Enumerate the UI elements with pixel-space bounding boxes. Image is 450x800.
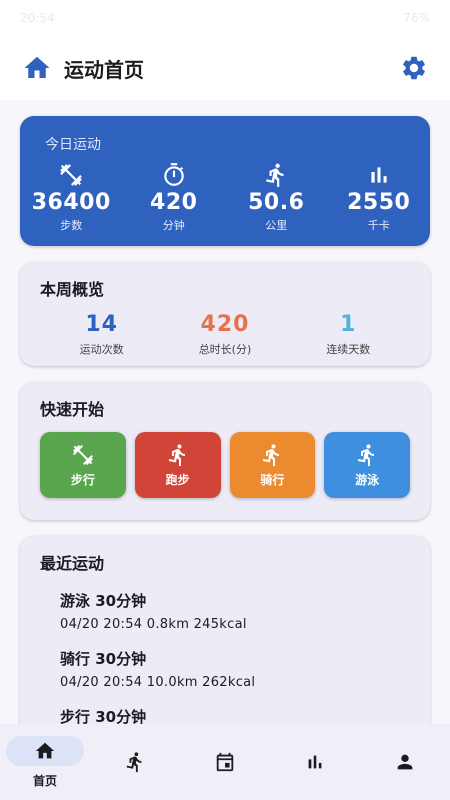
today-distance-unit: 公里 <box>265 219 288 232</box>
quick-walk-button[interactable]: 步行 <box>40 432 126 498</box>
nav-home-label: 首页 <box>32 773 57 788</box>
today-calories-unit: 千卡 <box>367 219 390 232</box>
status-icons: 76% <box>403 11 430 25</box>
today-minutes-unit: 分钟 <box>162 219 185 232</box>
bar-chart-icon <box>371 167 387 183</box>
today-stat-minutes: 420 分钟 <box>123 162 226 233</box>
quick-walk-label: 步行 <box>70 472 95 487</box>
quick-run-label: 跑步 <box>165 472 190 487</box>
nav-item-calendar[interactable] <box>180 724 270 800</box>
run-icon <box>126 752 142 773</box>
recent-title: 最近运动 <box>40 554 105 573</box>
home-icon <box>35 742 55 758</box>
week-overview-card: 本周概览 14 运动次数 420 总时长(分) 1 连续天数 <box>20 262 430 366</box>
bottom-nav: 首页 <box>0 724 450 800</box>
quick-title: 快速开始 <box>40 400 105 419</box>
week-title: 本周概览 <box>40 280 105 299</box>
week-streak-caption: 连续天数 <box>326 343 371 356</box>
main-content: 今日运动 36400 步数 420 分钟 50.6 公里 2550 千卡 本周概… <box>20 116 430 772</box>
recent-activity-card: 最近运动 游泳 30分钟 04/20 20:54 0.8km 245kcal 骑… <box>20 536 430 756</box>
page-title: 运动首页 <box>64 57 144 82</box>
app-bar: 运动首页 <box>0 36 450 100</box>
nav-item-home[interactable]: 首页 <box>0 724 90 800</box>
today-calories-value: 2550 <box>347 190 411 215</box>
calendar-icon <box>216 752 234 772</box>
home-icon[interactable] <box>22 53 52 83</box>
run-icon <box>263 443 280 466</box>
gear-icon[interactable] <box>400 54 428 82</box>
quick-cycle-label: 骑行 <box>260 472 285 487</box>
today-label: 今日运动 <box>45 137 101 153</box>
recent-item-detail: 04/20 20:54 10.0km 262kcal <box>60 675 256 690</box>
recent-item-detail: 04/20 20:54 0.8km 245kcal <box>60 617 247 632</box>
today-stat-calories: 2550 千卡 <box>328 162 431 233</box>
quick-swim-button[interactable]: 游泳 <box>324 432 410 498</box>
week-stat-streak: 1 连续天数 <box>287 312 410 357</box>
nav-item-profile[interactable] <box>360 724 450 800</box>
dumbbell-icon <box>72 444 93 465</box>
week-count-value: 14 <box>85 312 118 337</box>
run-icon <box>168 443 185 466</box>
person-icon <box>397 754 413 770</box>
run-icon <box>358 443 375 466</box>
status-bar: 20:54 76% <box>0 0 450 36</box>
week-duration-caption: 总时长(分) <box>198 343 252 356</box>
week-stats: 14 运动次数 420 总时长(分) 1 连续天数 <box>40 312 410 357</box>
quick-run-button[interactable]: 跑步 <box>134 432 221 498</box>
bar-chart-icon <box>308 755 322 769</box>
recent-item-title: 骑行 30分钟 <box>60 650 147 668</box>
week-count-caption: 运动次数 <box>79 343 124 356</box>
week-stat-count: 14 运动次数 <box>40 312 163 357</box>
today-steps-unit: 步数 <box>60 219 83 232</box>
status-time: 20:54 <box>20 11 55 25</box>
today-steps-value: 36400 <box>31 190 111 215</box>
today-card[interactable]: 今日运动 36400 步数 420 分钟 50.6 公里 2550 千卡 <box>20 116 430 246</box>
timer-icon <box>164 163 184 186</box>
quick-cycle-button[interactable]: 骑行 <box>229 432 316 498</box>
today-stats: 36400 步数 420 分钟 50.6 公里 2550 千卡 <box>20 162 430 233</box>
today-distance-value: 50.6 <box>248 190 305 215</box>
quick-swim-label: 游泳 <box>355 472 380 487</box>
quick-start-card: 快速开始 步行 跑步 骑行 游泳 <box>20 382 430 520</box>
dumbbell-icon <box>60 164 83 186</box>
today-stat-distance: 50.6 公里 <box>225 162 328 233</box>
nav-active-indicator <box>6 735 84 766</box>
recent-item-title: 游泳 30分钟 <box>60 592 147 610</box>
week-duration-value: 420 <box>200 312 250 337</box>
recent-item[interactable]: 骑行 30分钟 04/20 20:54 10.0km 262kcal <box>60 648 410 690</box>
week-stat-duration: 420 总时长(分) <box>163 312 286 357</box>
quick-buttons: 步行 跑步 骑行 游泳 <box>40 432 410 498</box>
today-stat-steps: 36400 步数 <box>20 162 123 233</box>
run-icon <box>266 163 284 187</box>
recent-item[interactable]: 游泳 30分钟 04/20 20:54 0.8km 245kcal <box>60 590 410 632</box>
nav-item-workout[interactable] <box>90 724 180 800</box>
week-streak-value: 1 <box>340 312 357 337</box>
battery-level: 76% <box>403 11 430 25</box>
nav-item-stats[interactable] <box>270 724 360 800</box>
today-minutes-value: 420 <box>150 190 198 215</box>
